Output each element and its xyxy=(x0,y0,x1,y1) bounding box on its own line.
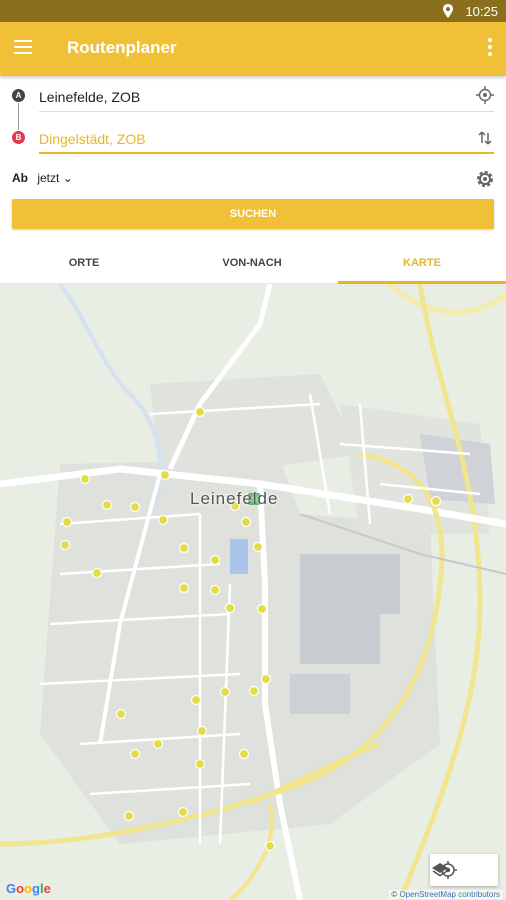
tab-orte[interactable]: ORTE xyxy=(0,243,168,284)
bus-stop-marker[interactable] xyxy=(256,603,268,615)
route-connector xyxy=(18,103,19,130)
chevron-down-icon: ⌄ xyxy=(62,171,73,185)
bus-stop-marker[interactable] xyxy=(194,758,206,770)
bus-stop-marker[interactable] xyxy=(129,748,141,760)
bus-stop-marker[interactable] xyxy=(157,514,169,526)
map-controls xyxy=(430,854,498,886)
tab-karte[interactable]: KARTE xyxy=(338,243,506,284)
map-attribution[interactable]: © OpenStreetMap contributors xyxy=(389,890,502,899)
tab-von-nach[interactable]: VON-NACH xyxy=(168,243,336,284)
menu-icon[interactable] xyxy=(14,40,32,54)
page-title: Routenplaner xyxy=(67,38,177,57)
bus-stop-marker[interactable] xyxy=(123,810,135,822)
bus-stop-marker[interactable] xyxy=(152,738,164,750)
time-select[interactable]: jetzt ⌄ xyxy=(37,171,72,185)
origin-value: Leinefelde, ZOB xyxy=(39,89,141,105)
map-canvas[interactable] xyxy=(0,284,506,900)
bus-stop-marker[interactable] xyxy=(115,708,127,720)
time-prefix: Ab xyxy=(12,171,28,185)
map-view[interactable]: Leinefelde Google © OpenStreetMap contri… xyxy=(0,284,506,900)
origin-field[interactable]: Leinefelde, ZOB xyxy=(39,84,494,112)
bus-stop-marker[interactable] xyxy=(59,539,71,551)
tab-bar: ORTE VON-NACH KARTE xyxy=(0,243,506,284)
bus-stop-marker[interactable] xyxy=(177,806,189,818)
more-options-icon[interactable] xyxy=(486,38,494,58)
bus-stop-marker[interactable] xyxy=(209,554,221,566)
bus-stop-marker[interactable] xyxy=(101,499,113,511)
bus-stop-marker[interactable] xyxy=(79,473,91,485)
gear-icon[interactable] xyxy=(475,169,495,189)
app-bar: Routenplaner xyxy=(0,22,506,76)
attribution-symbol: © xyxy=(391,890,398,899)
bus-stop-marker[interactable] xyxy=(402,493,414,505)
search-button[interactable]: SUCHEN xyxy=(12,199,494,229)
time-value: jetzt xyxy=(37,171,60,185)
bus-stop-marker[interactable] xyxy=(209,584,221,596)
bus-stop-marker[interactable] xyxy=(219,686,231,698)
bus-stop-marker[interactable] xyxy=(240,516,252,528)
status-bar: 10:25 xyxy=(0,0,506,22)
bus-stop-marker[interactable] xyxy=(196,725,208,737)
bus-stop-marker[interactable] xyxy=(238,748,250,760)
bus-stop-marker[interactable] xyxy=(430,495,442,507)
attribution-link[interactable]: OpenStreetMap contributors xyxy=(400,890,501,899)
destination-field[interactable]: Dingelstädt, ZOB xyxy=(39,126,494,154)
bus-stop-marker[interactable] xyxy=(252,541,264,553)
departure-time-row: Ab jetzt ⌄ xyxy=(12,171,73,185)
bus-stop-marker[interactable] xyxy=(178,582,190,594)
bus-stop-marker[interactable] xyxy=(91,567,103,579)
bus-stop-marker[interactable] xyxy=(260,673,272,685)
start-pin-icon: A xyxy=(12,89,25,102)
bus-stop-marker[interactable] xyxy=(264,840,276,852)
bus-stop-marker[interactable] xyxy=(61,516,73,528)
bus-stop-marker[interactable] xyxy=(159,469,171,481)
city-label: Leinefelde xyxy=(190,489,279,508)
destination-value: Dingelstädt, ZOB xyxy=(39,131,146,147)
google-logo: Google xyxy=(6,881,51,896)
location-icon xyxy=(443,4,453,18)
clock: 10:25 xyxy=(465,4,498,19)
bus-stop-marker[interactable] xyxy=(224,602,236,614)
layers-icon[interactable] xyxy=(430,860,450,880)
destination-pin-icon: B xyxy=(12,131,25,144)
bus-stop-marker[interactable] xyxy=(194,406,206,418)
bus-stop-marker[interactable] xyxy=(190,694,202,706)
swap-icon[interactable] xyxy=(476,129,494,147)
bus-stop-marker[interactable] xyxy=(248,685,260,697)
bus-stop-marker[interactable] xyxy=(129,501,141,513)
locate-icon[interactable] xyxy=(476,86,494,104)
bus-stop-marker[interactable] xyxy=(178,542,190,554)
